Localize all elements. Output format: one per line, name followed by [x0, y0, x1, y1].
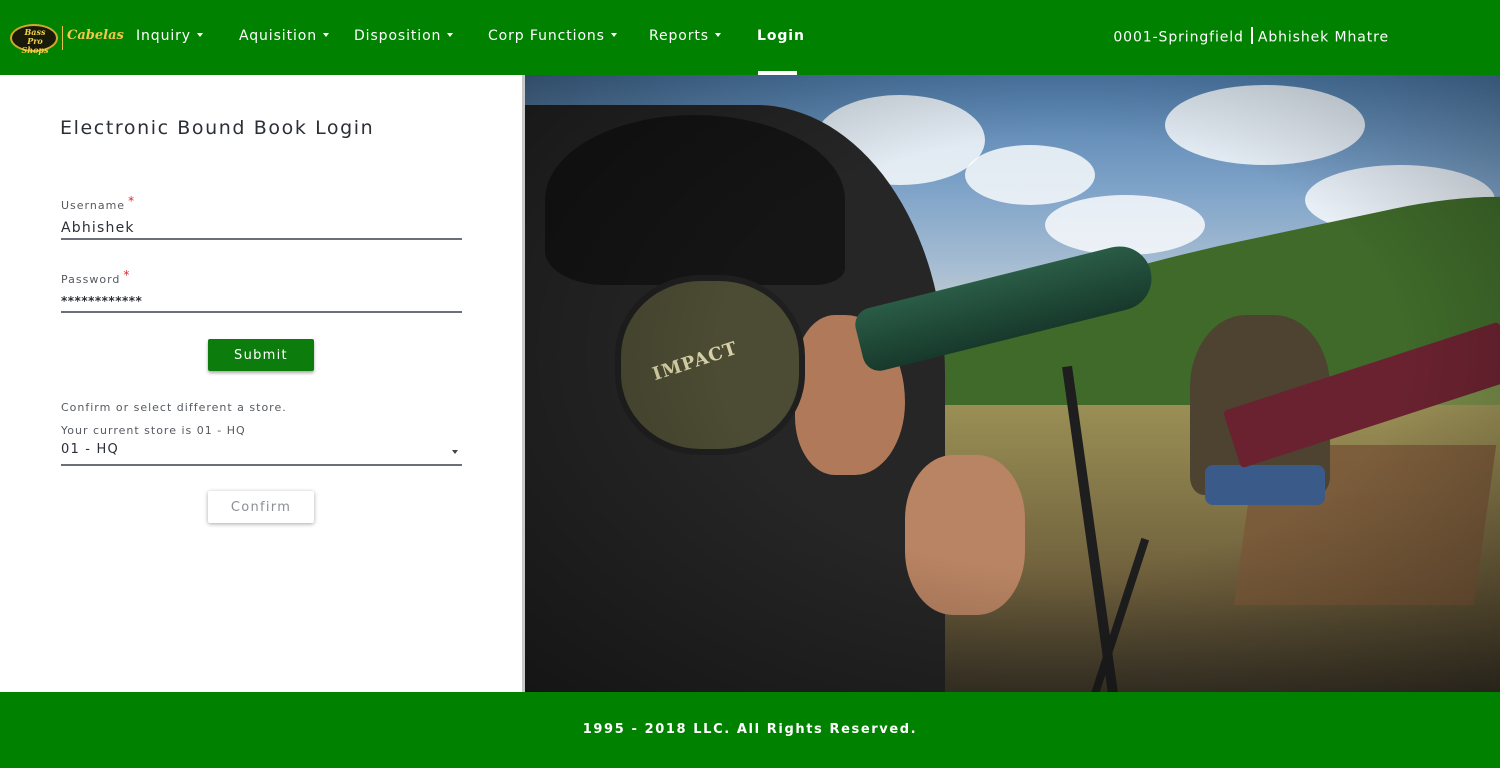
nav-item-label: Corp Functions: [488, 28, 605, 44]
password-field[interactable]: [61, 291, 462, 313]
username-field[interactable]: [61, 218, 462, 240]
nav-item-aquisition[interactable]: Aquisition: [239, 28, 329, 48]
store-selected-value: 01 - HQ: [61, 442, 119, 457]
store-select-dropdown[interactable]: 01 - HQ: [61, 441, 462, 466]
required-marker: *: [128, 194, 136, 208]
footer-bar: 1995 - 2018 LLC. All Rights Reserved.: [0, 692, 1500, 768]
store-confirm-prompt: Confirm or select different a store.: [61, 401, 287, 414]
company-logo[interactable]: Bass Pro Shops Cabelas: [10, 22, 124, 55]
nav-item-label: Login: [757, 28, 805, 44]
hero-photo: IMPACT: [522, 75, 1500, 692]
chevron-down-icon: [197, 33, 203, 37]
nav-item-login[interactable]: Login: [757, 28, 805, 48]
nav-item-corp-functions[interactable]: Corp Functions: [488, 28, 617, 48]
username-label: Username *: [61, 194, 135, 212]
username-label-text: Username: [61, 199, 126, 212]
user-info-divider: [1250, 27, 1253, 44]
chevron-down-icon: [452, 450, 458, 454]
logo-brand-text: Cabelas: [67, 28, 124, 43]
current-store: 0001-Springfield: [1113, 29, 1244, 46]
top-navigation-bar: Bass Pro Shops Cabelas Inquiry Aquisitio…: [0, 0, 1500, 75]
bass-pro-badge-logo: Bass Pro Shops: [10, 24, 58, 55]
nav-item-label: Reports: [649, 28, 710, 44]
chevron-down-icon: [610, 33, 617, 37]
confirm-button[interactable]: Confirm: [208, 491, 314, 523]
logo-badge-text: Bass Pro Shops: [21, 27, 49, 55]
nav-item-inquiry[interactable]: Inquiry: [136, 28, 203, 48]
user-name: Abhishek Mhatre: [1257, 29, 1389, 46]
chevron-down-icon: [322, 33, 329, 37]
current-store-label: Your current store is 01 - HQ: [61, 424, 246, 437]
photo-vignette: [525, 75, 1500, 692]
password-label-text: Password: [61, 273, 121, 286]
chevron-down-icon: [715, 33, 722, 37]
nav-item-label: Aquisition: [239, 28, 317, 44]
nav-item-label: Inquiry: [136, 28, 191, 44]
submit-button[interactable]: Submit: [208, 339, 314, 371]
nav-item-label: Disposition: [354, 28, 442, 44]
nav-item-reports[interactable]: Reports: [649, 28, 722, 48]
logo-divider: [62, 26, 63, 50]
password-label: Password *: [61, 268, 130, 286]
required-marker: *: [123, 268, 131, 282]
chevron-down-icon: [447, 33, 454, 37]
page-title: Electronic Bound Book Login: [60, 117, 375, 139]
footer-copyright: 1995 - 2018 LLC. All Rights Reserved.: [582, 722, 918, 737]
user-store-info: 0001-Springfield Abhishek Mhatre: [1113, 27, 1389, 46]
nav-item-disposition[interactable]: Disposition: [354, 28, 454, 48]
